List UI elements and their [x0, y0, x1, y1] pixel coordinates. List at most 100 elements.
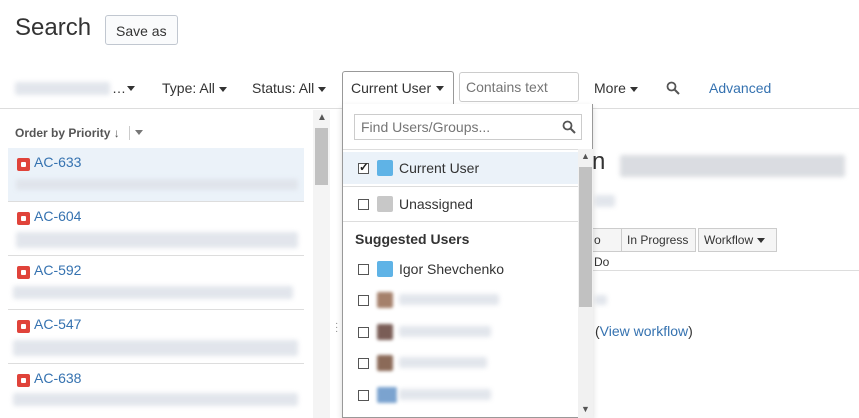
user-avatar-icon — [377, 261, 393, 277]
to-do-button[interactable]: o Do — [588, 228, 622, 269]
user-avatar-icon — [377, 387, 397, 403]
assignee-dropdown: Current User Unassigned Suggested Users … — [342, 104, 593, 418]
order-by-label: Order by Priority — [15, 126, 111, 140]
assignee-filter-label: Current User — [351, 80, 432, 96]
paren-close: ) — [688, 323, 693, 339]
user-avatar-icon — [377, 324, 393, 340]
detail-title-fragment: n — [592, 148, 606, 175]
option-suggested-user[interactable]: Igor Shevchenko — [343, 253, 578, 285]
blurred-user-name — [399, 389, 491, 400]
option-suggested-user[interactable] — [343, 379, 578, 411]
blurred-user-name — [399, 326, 491, 337]
issue-item[interactable]: AC-633 — [8, 148, 304, 201]
issue-list: AC-633 AC-604 AC-592 AC-547 AC-638 — [8, 148, 304, 418]
chevron-down-icon — [127, 86, 135, 91]
blurred-summary — [16, 179, 298, 190]
search-icon — [562, 120, 576, 134]
more-filter[interactable]: More — [594, 80, 638, 96]
option-unassigned[interactable]: Unassigned — [343, 188, 578, 220]
blurred-summary — [13, 340, 298, 356]
option-current-user[interactable]: Current User — [343, 152, 578, 184]
workflow-label: Workflow — [704, 233, 754, 247]
divider — [343, 221, 578, 222]
checkbox[interactable] — [358, 358, 369, 369]
contains-text-input[interactable] — [459, 72, 579, 102]
type-filter-label: Type: All — [162, 80, 215, 96]
divider — [343, 186, 578, 187]
issue-item[interactable]: AC-638 — [8, 364, 304, 417]
divider — [343, 149, 578, 150]
priority-icon — [17, 266, 30, 279]
checkbox[interactable] — [358, 327, 369, 338]
chevron-down-icon — [629, 86, 638, 92]
more-filter-label: More — [594, 80, 626, 96]
view-workflow-link[interactable]: View workflow — [600, 323, 688, 339]
assignee-filter[interactable]: Current User — [342, 71, 454, 105]
option-label: Current User — [399, 160, 480, 176]
find-users-input[interactable] — [355, 115, 567, 139]
scroll-down-icon[interactable]: ▼ — [581, 404, 590, 414]
in-progress-button[interactable]: In Progress — [621, 228, 696, 252]
option-suggested-user[interactable] — [343, 284, 578, 316]
issue-item[interactable]: AC-604 — [8, 202, 304, 255]
option-label: Unassigned — [399, 196, 473, 212]
advanced-link[interactable]: Advanced — [709, 80, 771, 96]
priority-icon — [17, 374, 30, 387]
option-suggested-user[interactable] — [343, 316, 578, 348]
sort-options-chevron-icon[interactable] — [135, 130, 143, 135]
separator — [129, 126, 130, 140]
issue-item[interactable]: AC-592 — [8, 256, 304, 309]
project-ellipsis: … — [112, 80, 126, 96]
blurred-text — [595, 195, 615, 207]
scroll-up-icon[interactable]: ▲ — [317, 112, 327, 123]
arrow-down-icon: ↓ — [113, 126, 120, 140]
blurred-issue-title — [620, 155, 845, 177]
issue-key[interactable]: AC-633 — [34, 154, 81, 170]
checkbox[interactable] — [358, 295, 369, 306]
issue-key[interactable]: AC-592 — [34, 262, 81, 278]
checkbox[interactable] — [358, 390, 369, 401]
blurred-project-name — [15, 82, 110, 95]
checkbox[interactable] — [358, 199, 369, 210]
user-avatar-icon — [377, 292, 393, 308]
scrollbar-thumb[interactable] — [315, 128, 328, 185]
divider — [593, 270, 859, 271]
blurred-summary — [16, 232, 298, 248]
workflow-button[interactable]: Workflow — [698, 228, 777, 252]
view-workflow-line: (View workflow) — [595, 323, 693, 339]
type-filter[interactable]: Type: All — [162, 80, 227, 96]
option-label: Igor Shevchenko — [399, 261, 505, 277]
resize-handle-icon[interactable]: · · · — [335, 319, 338, 337]
priority-icon — [17, 320, 30, 333]
chevron-down-icon — [436, 86, 444, 91]
issue-key[interactable]: AC-604 — [34, 208, 81, 224]
order-by-button[interactable]: Order by Priority ↓ — [15, 126, 120, 140]
blurred-user-name — [399, 357, 487, 368]
issue-key[interactable]: AC-547 — [34, 316, 81, 332]
scroll-up-icon[interactable]: ▲ — [581, 151, 590, 161]
search-icon[interactable] — [666, 81, 680, 95]
blurred-user-name — [399, 294, 499, 305]
option-suggested-user[interactable] — [343, 347, 578, 379]
priority-icon — [17, 212, 30, 225]
unassigned-avatar-icon — [377, 196, 393, 212]
status-filter-label: Status: All — [252, 80, 315, 96]
checkbox[interactable] — [358, 264, 369, 275]
checkbox[interactable] — [358, 160, 369, 174]
project-filter[interactable]: … — [15, 80, 135, 97]
blurred-summary — [13, 393, 298, 406]
find-users-field[interactable] — [354, 114, 582, 140]
issue-list-scrollbar[interactable]: ▲ — [313, 110, 330, 418]
save-as-button[interactable]: Save as — [105, 15, 178, 45]
chevron-down-icon — [318, 86, 327, 92]
issue-item[interactable]: AC-547 — [8, 310, 304, 363]
user-avatar-icon — [377, 160, 393, 176]
blurred-text — [595, 295, 607, 305]
page-title: Search — [15, 14, 92, 41]
chevron-down-icon — [218, 86, 227, 92]
scrollbar-thumb[interactable] — [579, 167, 592, 307]
blurred-summary — [13, 286, 293, 299]
dropdown-scrollbar[interactable]: ▲ ▼ — [578, 149, 593, 418]
status-filter[interactable]: Status: All — [252, 80, 327, 96]
issue-key[interactable]: AC-638 — [34, 370, 81, 386]
